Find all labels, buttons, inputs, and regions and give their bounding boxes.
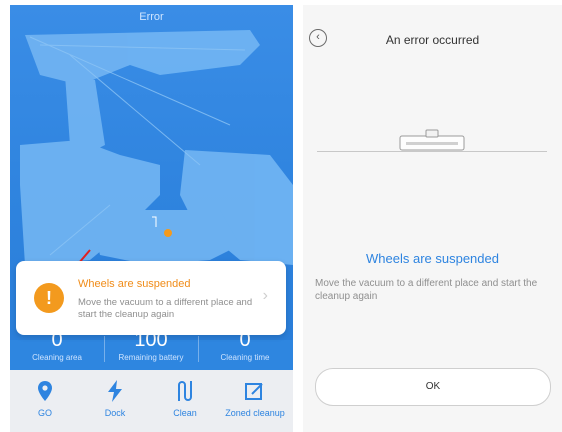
floor-line — [317, 151, 547, 152]
stat-label: Cleaning time — [220, 353, 270, 362]
edit-square-icon — [220, 376, 290, 406]
page-title: An error occurred — [385, 33, 480, 47]
robot-position-marker — [164, 229, 172, 237]
go-label: GO — [37, 408, 52, 418]
location-pin-icon — [10, 376, 80, 406]
zoned-cleanup-label: Zoned cleanup — [225, 408, 285, 418]
clean-button[interactable]: Clean — [150, 376, 220, 418]
go-button[interactable]: GO — [10, 376, 80, 418]
chevron-right-icon: › — [262, 287, 268, 304]
dock-label: Dock — [104, 408, 126, 418]
app-screen-right: ‹ An error occurred Wheels are suspended… — [303, 5, 562, 432]
vacuum-robot-image — [398, 128, 466, 152]
dock-button[interactable]: Dock — [80, 376, 150, 418]
error-card[interactable]: ! Wheels are suspended Move the vacuum t… — [16, 261, 286, 335]
error-title: Wheels are suspended — [366, 251, 499, 266]
stats-bar: 0 Cleaning area 100 Remaining battery 0 … — [10, 330, 293, 370]
header-title: Error — [139, 11, 164, 23]
stat-label: Cleaning area — [32, 353, 82, 362]
clean-path-icon — [150, 376, 220, 406]
error-description: Move the vacuum to a different place and… — [315, 278, 538, 302]
bottom-toolbar: GO Dock Clean Zoned cleanup — [10, 370, 293, 432]
clean-label: Clean — [173, 408, 197, 418]
error-title: Wheels are suspended — [78, 278, 191, 290]
stat-label: Remaining battery — [118, 353, 184, 362]
error-description: Move the vacuum to a different place and… — [78, 297, 253, 320]
ok-button[interactable]: OK — [315, 368, 551, 406]
warning-icon: ! — [34, 283, 64, 313]
lightning-icon — [80, 376, 150, 406]
app-screen-left: Error 0 Cleaning area 100 Remaining batt… — [10, 5, 293, 432]
zoned-cleanup-button[interactable]: Zoned cleanup — [220, 376, 290, 418]
